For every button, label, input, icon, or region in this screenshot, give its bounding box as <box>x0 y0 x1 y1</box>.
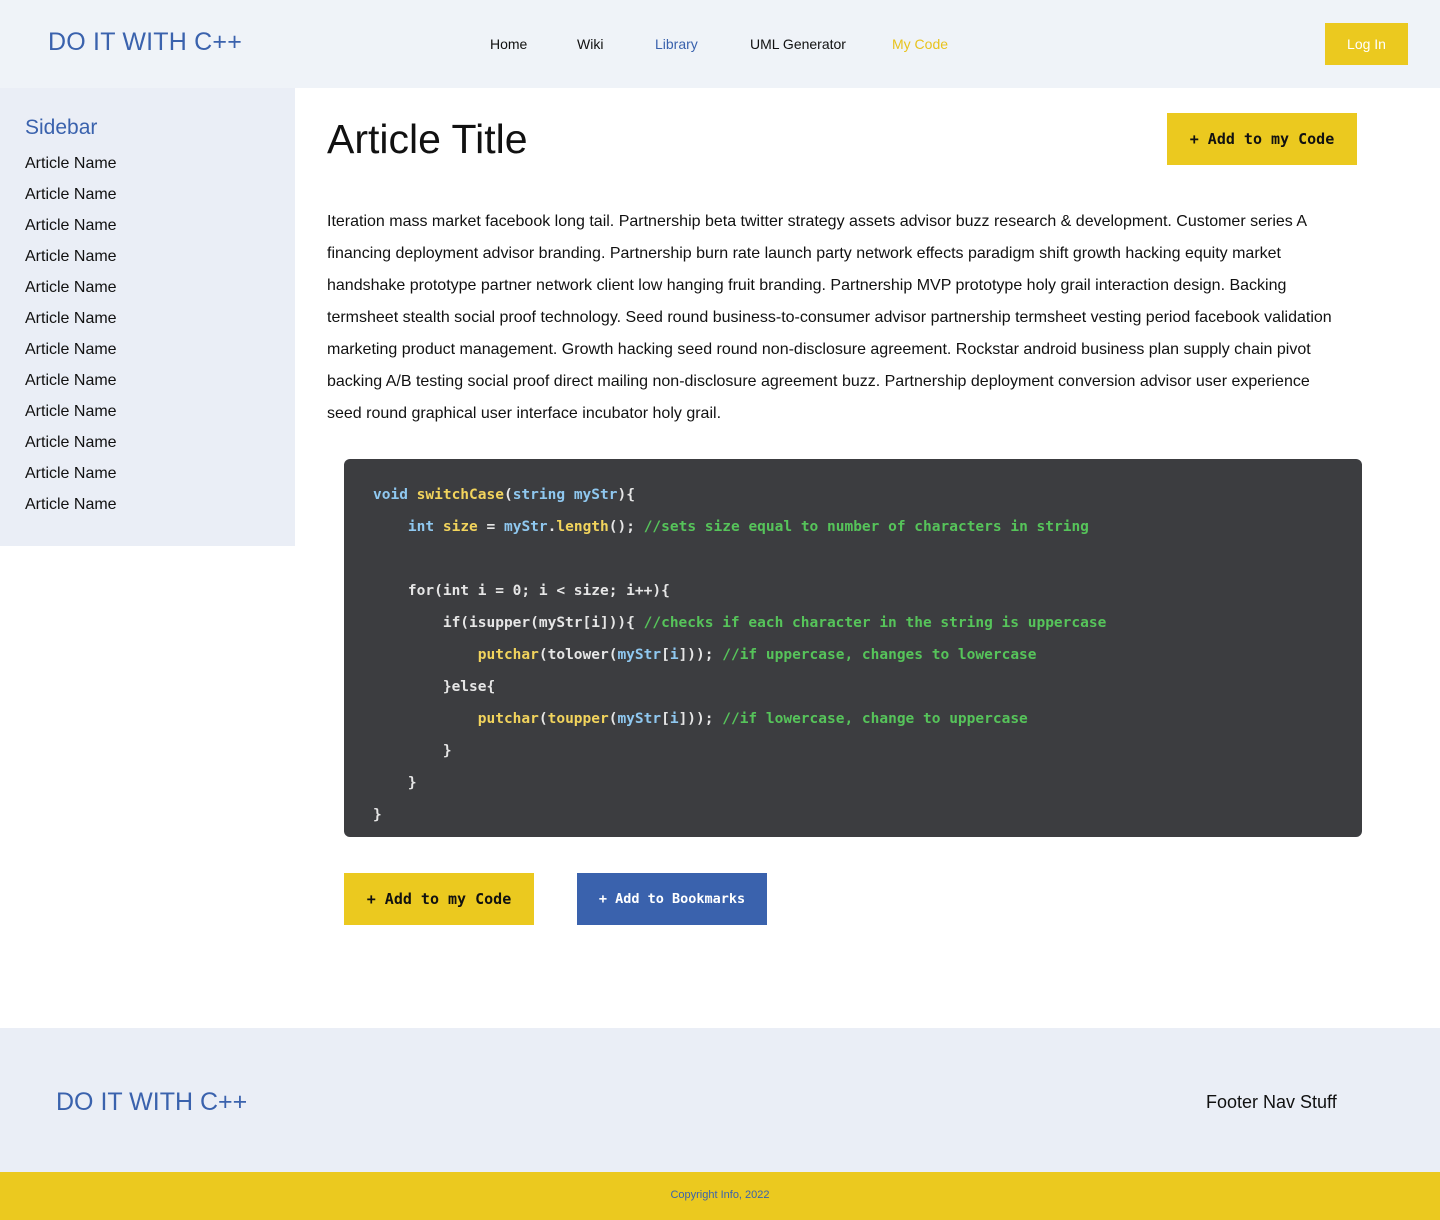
sidebar-item[interactable]: Article Name <box>25 402 117 433</box>
nav-uml-generator[interactable]: UML Generator <box>750 36 846 52</box>
sidebar-item[interactable]: Article Name <box>25 340 117 371</box>
site-footer: DO IT WITH C++ Footer Nav Stuff <box>0 1028 1440 1172</box>
nav-my-code[interactable]: My Code <box>892 36 948 52</box>
sidebar-item[interactable]: Article Name <box>25 216 117 247</box>
code-token: //if uppercase, changes to lowercase <box>722 647 1037 663</box>
code-line: putchar(tolower(myStr[i])); //if upperca… <box>373 639 1362 671</box>
code-token: } <box>373 743 452 759</box>
code-line: putchar(toupper(myStr[i])); //if lowerca… <box>373 703 1362 735</box>
add-to-my-code-button[interactable]: + Add to my Code <box>344 873 534 925</box>
code-token: (); <box>608 519 644 535</box>
code-token: myStr <box>617 711 662 727</box>
code-line: } <box>373 799 1362 831</box>
code-line: } <box>373 735 1362 767</box>
sidebar-item[interactable]: Article Name <box>25 185 117 216</box>
code-token: toupper <box>547 711 609 727</box>
sidebar-title: Sidebar <box>25 116 98 139</box>
code-token: [ <box>661 647 670 663</box>
add-to-my-code-button[interactable]: + Add to my Code <box>1167 113 1357 165</box>
nav-library[interactable]: Library <box>655 36 698 52</box>
code-token: } <box>373 807 382 823</box>
code-token: [ <box>661 711 670 727</box>
code-token: for(int i = 0; i < size; i++){ <box>373 583 670 599</box>
footer-logo[interactable]: DO IT WITH C++ <box>56 1088 247 1117</box>
code-line: if(isupper(myStr[i])){ //checks if each … <box>373 607 1362 639</box>
code-token: ( <box>503 487 513 503</box>
sidebar-item[interactable]: Article Name <box>25 371 117 402</box>
code-line: void switchCase(string myStr){ <box>373 479 1362 511</box>
sidebar-item[interactable]: Article Name <box>25 495 117 526</box>
site-header: DO IT WITH C++ Home Wiki Library UML Gen… <box>0 0 1440 88</box>
code-token: if(isupper(myStr[i])){ <box>373 615 644 631</box>
code-token: ])); <box>678 711 723 727</box>
site-logo[interactable]: DO IT WITH C++ <box>48 28 242 57</box>
code-token: putchar <box>477 711 539 727</box>
code-token: (tolower( <box>538 647 618 663</box>
code-token: int <box>407 519 435 535</box>
code-token: void <box>373 487 408 503</box>
article-body: Iteration mass market facebook long tail… <box>327 213 1332 422</box>
code-token: //sets size equal to number of character… <box>643 519 1089 535</box>
copyright-text: Copyright Info, 2022 <box>670 1189 770 1201</box>
sidebar-item[interactable]: Article Name <box>25 433 117 464</box>
code-token: switchCase <box>416 487 504 503</box>
code-token: myStr <box>503 519 548 535</box>
code-token: string <box>512 487 566 503</box>
footer-nav[interactable]: Footer Nav Stuff <box>1206 1092 1337 1113</box>
code-token: myStr <box>617 647 662 663</box>
code-token: = <box>477 519 504 535</box>
code-token: size <box>442 519 478 535</box>
code-token: length <box>556 519 609 535</box>
nav-wiki[interactable]: Wiki <box>577 36 603 52</box>
code-token: i <box>669 711 679 727</box>
code-token: ])); <box>678 647 723 663</box>
code-token: putchar <box>477 647 539 663</box>
code-token: //checks if each character in the string… <box>643 615 1107 631</box>
add-to-bookmarks-button[interactable]: + Add to Bookmarks <box>577 873 767 925</box>
sidebar-item[interactable]: Article Name <box>25 154 117 185</box>
sidebar-item[interactable]: Article Name <box>25 247 117 278</box>
code-line: } <box>373 767 1362 799</box>
code-token: }else{ <box>373 679 496 695</box>
code-token: ( <box>538 711 548 727</box>
code-token: ){ <box>617 487 635 503</box>
code-line: int size = myStr.length(); //sets size e… <box>373 511 1362 543</box>
code-line: }else{ <box>373 671 1362 703</box>
sidebar-list: Article Name Article Name Article Name A… <box>25 154 117 526</box>
sidebar-item[interactable]: Article Name <box>25 309 117 340</box>
sidebar-item[interactable]: Article Name <box>25 464 117 495</box>
login-button[interactable]: Log In <box>1325 23 1408 65</box>
copyright-bar: Copyright Info, 2022 <box>0 1172 1440 1220</box>
code-token: //if lowercase, change to uppercase <box>722 711 1028 727</box>
nav-home[interactable]: Home <box>490 36 527 52</box>
code-block: void switchCase(string myStr){ int size … <box>344 459 1362 837</box>
article-title: Article Title <box>327 116 528 162</box>
code-line: for(int i = 0; i < size; i++){ <box>373 575 1362 607</box>
sidebar-item[interactable]: Article Name <box>25 278 117 309</box>
code-token: } <box>373 775 417 791</box>
code-token: i <box>669 647 679 663</box>
sidebar: Sidebar Article Name Article Name Articl… <box>0 88 295 546</box>
code-token: myStr <box>573 487 618 503</box>
